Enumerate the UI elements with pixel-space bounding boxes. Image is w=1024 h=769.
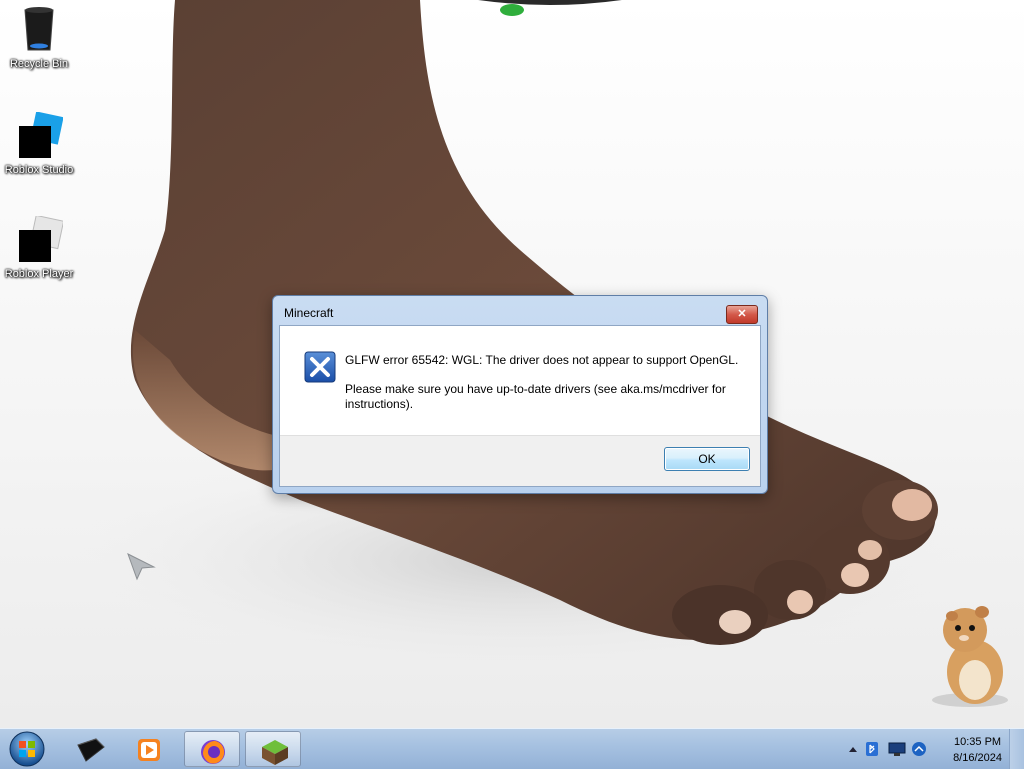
taskbar-item-roblox-studio[interactable] — [62, 731, 118, 767]
dialog-title: Minecraft — [284, 306, 334, 320]
desktop: Recycle Bin Roblox Studio Roblox Player … — [0, 0, 1024, 728]
close-button[interactable]: ✕ — [726, 305, 758, 324]
taskbar-item-minecraft[interactable] — [245, 731, 301, 767]
error-instructions: Please make sure you have up-to-date dri… — [345, 382, 726, 411]
clock-time: 10:35 PM — [953, 736, 1002, 748]
firefox-icon — [201, 740, 225, 764]
network-icon[interactable] — [888, 741, 906, 757]
taskbar: 10:35 PM 8/16/2024 — [0, 728, 1024, 769]
dialog-footer: OK — [280, 435, 760, 486]
desktop-icon-label: Roblox Studio — [4, 164, 74, 176]
top-gadget-bar — [478, 0, 622, 16]
mouse-cursor-icon — [127, 553, 156, 581]
error-dialog: Minecraft ✕ GLFW error 65542: WGL: The d… — [272, 295, 768, 494]
desktop-icon-roblox-player[interactable]: Roblox Player — [0, 216, 79, 280]
bluetooth-icon[interactable] — [864, 741, 880, 757]
roblox-studio-icon — [77, 738, 105, 762]
media-player-icon — [138, 739, 160, 761]
volume-icon[interactable] — [910, 741, 928, 757]
system-tray: 10:35 PM 8/16/2024 — [834, 729, 1024, 769]
desktop-icon-recycle-bin[interactable]: Recycle Bin — [0, 6, 79, 70]
ok-button[interactable]: OK — [664, 447, 750, 471]
taskbar-item-firefox[interactable] — [184, 731, 240, 767]
recycle-bin-icon — [24, 7, 54, 51]
error-x-icon — [304, 351, 336, 383]
roblox-studio-icon — [19, 112, 63, 158]
clock-date: 8/16/2024 — [953, 752, 1002, 764]
roblox-player-icon — [19, 216, 63, 262]
dialog-body: GLFW error 65542: WGL: The driver does n… — [279, 325, 761, 487]
error-message: GLFW error 65542: WGL: The driver does n… — [345, 353, 739, 367]
start-button-icon[interactable] — [6, 730, 48, 768]
desktop-icon-label: Roblox Player — [4, 268, 74, 280]
desktop-icon-roblox-studio[interactable]: Roblox Studio — [0, 112, 79, 176]
minecraft-icon — [262, 740, 288, 765]
taskbar-item-media-player[interactable] — [122, 731, 178, 767]
desktop-icon-label: Recycle Bin — [9, 58, 69, 70]
hamster-gadget-icon[interactable] — [920, 600, 1010, 710]
show-hidden-icons-icon[interactable] — [848, 745, 858, 753]
show-desktop-button[interactable] — [1009, 729, 1024, 769]
clock[interactable]: 10:35 PM 8/16/2024 — [953, 734, 1002, 766]
